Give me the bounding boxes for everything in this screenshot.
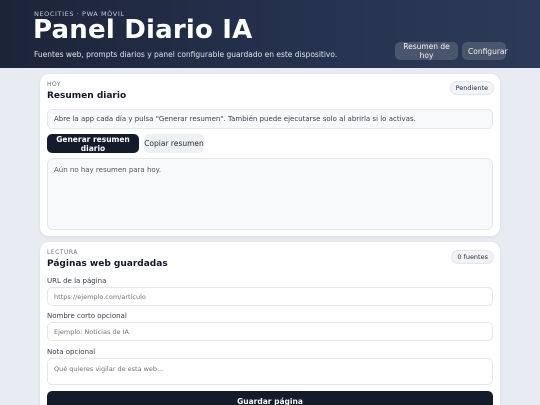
save-page-button[interactable]: Guardar página — [47, 391, 493, 405]
daily-kicker: HOY — [47, 81, 62, 88]
saved-pages-card: LECTURA Páginas web guardadas 0 fuentes … — [40, 242, 500, 405]
today-summary-button[interactable]: Resumen de hoy — [395, 42, 458, 60]
generate-summary-button[interactable]: Generar resumen diario — [47, 134, 139, 153]
summary-output: Aún no hay resumen para hoy. — [47, 158, 493, 230]
page-title: Panel Diario IA — [33, 15, 253, 45]
status-badge: Pendiente — [449, 81, 494, 95]
page-subtitle: Fuentes web, prompts diarios y panel con… — [34, 50, 338, 59]
configure-button[interactable]: Configurar — [462, 42, 508, 60]
name-label: Nombre corto opcional — [47, 312, 127, 320]
note-textarea[interactable] — [47, 358, 493, 385]
daily-summary-card: HOY Resumen diario Pendiente Abre la app… — [40, 74, 500, 236]
copy-summary-button[interactable]: Copiar resumen — [144, 134, 204, 153]
web-title: Páginas web guardadas — [47, 259, 168, 269]
url-input[interactable] — [47, 287, 493, 306]
daily-title: Resumen diario — [47, 91, 127, 101]
app-header: NEOCITIES · PWA MÓVIL Panel Diario IA Fu… — [0, 0, 540, 68]
web-kicker: LECTURA — [47, 249, 78, 256]
sources-count-badge: 0 fuentes — [451, 250, 494, 264]
name-input[interactable] — [47, 322, 493, 341]
daily-info-text: Abre la app cada día y pulsa "Generar re… — [47, 109, 493, 129]
note-label: Nota opcional — [47, 348, 96, 356]
url-label: URL de la página — [47, 277, 107, 285]
